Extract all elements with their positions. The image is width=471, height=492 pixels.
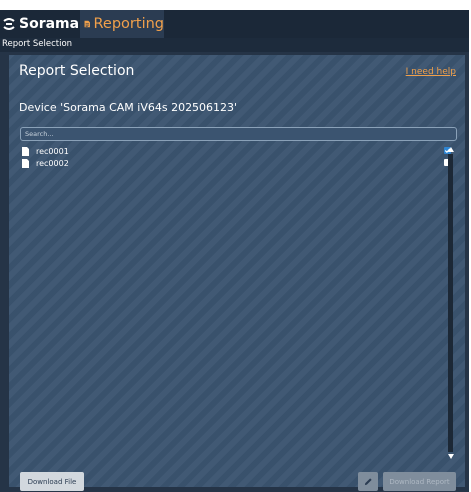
file-name: rec0001 [36, 146, 69, 156]
edit-button[interactable] [358, 472, 378, 491]
list-item[interactable]: rec0001 [20, 145, 451, 157]
tab-reporting-label: Reporting [93, 16, 165, 32]
brand[interactable]: Sorama [0, 10, 79, 38]
breadcrumb-item[interactable]: Report Selection [2, 39, 72, 49]
scrollbar-track[interactable] [448, 154, 453, 452]
page-title: Report Selection [19, 63, 135, 79]
download-report-button[interactable]: Download Report [383, 472, 456, 491]
file-list: rec0001 rec0002 [20, 145, 451, 455]
report-selection-panel: Report Selection I need help Device 'Sor… [9, 55, 465, 491]
scroll-up-arrow-icon[interactable] [448, 147, 454, 152]
download-file-button[interactable]: Download File [20, 472, 84, 491]
top-navigation-bar: Sorama Reporting [0, 10, 469, 38]
scroll-down-arrow-icon[interactable] [448, 454, 454, 459]
breadcrumb: Report Selection [0, 38, 469, 52]
sorama-logo-icon [3, 18, 15, 30]
file-icon [22, 146, 29, 156]
help-link[interactable]: I need help [406, 67, 456, 77]
brand-name: Sorama [19, 16, 80, 32]
file-name: rec0002 [36, 158, 69, 168]
scrollbar[interactable] [446, 147, 455, 459]
app-window: Sorama Reporting Report Selection Report… [0, 10, 469, 492]
list-item[interactable]: rec0002 [20, 157, 451, 169]
pencil-icon [364, 478, 372, 486]
search-input[interactable] [20, 127, 457, 141]
report-document-icon [84, 20, 90, 28]
tab-reporting[interactable]: Reporting [80, 10, 164, 38]
device-title: Device 'Sorama CAM iV64s 202506123' [19, 101, 238, 114]
file-icon [22, 158, 29, 168]
